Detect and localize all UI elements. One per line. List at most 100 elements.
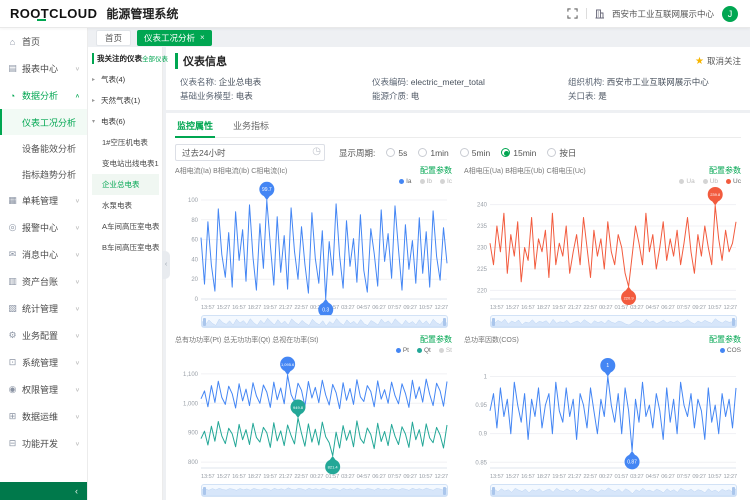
x-tick-label: 04:57	[357, 305, 371, 311]
sidebar-item-资产台账[interactable]: ▥资产台账∨	[0, 268, 87, 295]
meter-item-1#空压机电表[interactable]: 1#空压机电表	[92, 132, 159, 153]
sidebar-subitem-设备能效分析[interactable]: 设备能效分析	[0, 135, 87, 161]
fullscreen-icon[interactable]	[567, 8, 578, 19]
detail-tabs: 监控属性 业务指标	[175, 113, 741, 138]
config-params-link[interactable]: 配置参数	[709, 165, 741, 176]
legend-item-COS[interactable]: COS	[720, 347, 741, 354]
legend-item-Qt[interactable]: Qt	[417, 347, 431, 354]
legend-dot	[420, 179, 425, 184]
x-tick-label: 07:57	[677, 474, 691, 480]
sidebar-item-报警中心[interactable]: ◎报警中心∨	[0, 214, 87, 241]
tab-meter-analysis[interactable]: 仪表工况分析 ×	[137, 30, 212, 46]
meter-item-水泵电表[interactable]: 水泵电表	[92, 195, 159, 216]
period-option-按日[interactable]: 按日	[547, 147, 576, 159]
meter-group-气表(4)[interactable]: ▸气表(4)	[92, 69, 159, 90]
unfollow-button[interactable]: ★ 取消关注	[695, 55, 741, 67]
meter-item-B车间高压室电表[interactable]: B车间高压室电表	[92, 237, 159, 258]
org-name[interactable]: 西安市工业互联网展示中心	[612, 8, 714, 20]
x-tick-label: 10:57	[419, 305, 433, 311]
statistics-icon: ▧	[7, 303, 18, 314]
sidebar-item-统计管理[interactable]: ▧统计管理∨	[0, 295, 87, 322]
tab-home[interactable]: 首页	[96, 30, 131, 46]
sidebar-item-首页[interactable]: ⌂首页	[0, 28, 87, 55]
time-range-input[interactable]	[175, 144, 325, 161]
datazoom-handle-right[interactable]	[732, 487, 735, 495]
sidebar-subitem-仪表工况分析[interactable]: 仪表工况分析	[0, 109, 87, 135]
meter-group-电表(6)[interactable]: ▾电表(6)	[92, 111, 159, 132]
sidebar-item-业务配置[interactable]: ⚙业务配置∨	[0, 322, 87, 349]
svg-text:0.85: 0.85	[475, 460, 487, 466]
datazoom-handle-right[interactable]	[732, 318, 735, 326]
time-range-picker[interactable]: ◷	[175, 144, 325, 161]
legend-item-St[interactable]: St	[439, 347, 452, 354]
x-tick-label: 01:57	[326, 474, 340, 480]
svg-text:900: 900	[188, 431, 199, 437]
config-params-link[interactable]: 配置参数	[709, 334, 741, 345]
svg-text:40: 40	[191, 257, 198, 263]
svg-text:99.7: 99.7	[262, 187, 272, 193]
datazoom-handle-left[interactable]	[492, 487, 495, 495]
datazoom-handle-left[interactable]	[203, 318, 206, 326]
svg-text:0: 0	[195, 297, 199, 303]
tab-monitor-props[interactable]: 监控属性	[175, 113, 215, 138]
x-tick-label: 16:57	[521, 474, 535, 480]
legend-item-Ub[interactable]: Ub	[703, 178, 718, 185]
x-tick-label: 09:27	[692, 305, 706, 311]
meter-item-变电站出线电表1[interactable]: 变电站出线电表1	[92, 153, 159, 174]
legend-item-Ic[interactable]: Ic	[440, 178, 452, 185]
period-option-5min[interactable]: 5min	[460, 148, 490, 158]
filters-row: ◷ 显示周期: 5s 1min 5min 15min 按日	[175, 144, 741, 161]
chart-datazoom-slider[interactable]	[490, 315, 737, 328]
chevron-down-icon: ∨	[75, 359, 80, 365]
chart-title: A相电压(Ua) B相电压(Ub) C相电压(Uc)	[464, 166, 586, 176]
meter-item-A车间高压室电表[interactable]: A车间高压室电表	[92, 216, 159, 237]
chart-datazoom-slider[interactable]	[201, 484, 448, 497]
sidebar-item-单耗管理[interactable]: ▦单耗管理∨	[0, 187, 87, 214]
star-icon: ★	[695, 56, 704, 67]
chart-datazoom-slider[interactable]	[201, 315, 448, 328]
period-label: 显示周期:	[339, 147, 375, 159]
sidebar-item-功能开发[interactable]: ⊟功能开发∨	[0, 430, 87, 457]
meter-item-企业总电表[interactable]: 企业总电表	[92, 174, 159, 195]
datazoom-handle-left[interactable]	[492, 318, 495, 326]
chart-title: A相电流(Ia) B相电流(Ib) C相电流(Ic)	[175, 166, 287, 176]
sidebar-item-消息中心[interactable]: ✉消息中心∨	[0, 241, 87, 268]
legend-dot	[440, 179, 445, 184]
datazoom-handle-left[interactable]	[203, 487, 206, 495]
sidebar-item-系统管理[interactable]: ⊡系统管理∨	[0, 349, 87, 376]
x-tick-label: 10:57	[708, 474, 722, 480]
svg-text:1: 1	[606, 363, 609, 369]
x-tick-label: 21:27	[568, 305, 582, 311]
sidebar-subitem-指标趋势分析[interactable]: 指标趋势分析	[0, 161, 87, 187]
sidebar-item-报表中心[interactable]: ▤报表中心∨	[0, 55, 87, 82]
avatar[interactable]: J	[722, 6, 738, 22]
x-tick-label: 09:27	[692, 474, 706, 480]
period-option-15min[interactable]: 15min	[501, 148, 536, 158]
period-option-5s[interactable]: 5s	[386, 148, 407, 158]
svg-text:1: 1	[484, 374, 488, 380]
config-params-link[interactable]: 配置参数	[420, 165, 452, 176]
radio-icon	[501, 148, 510, 157]
meter-group-天然气表(1)[interactable]: ▸天然气表(1)	[92, 90, 159, 111]
legend-item-Pt[interactable]: Pt	[396, 347, 409, 354]
all-meters-link[interactable]: 全部仪表	[142, 53, 168, 63]
sidebar-collapse-button[interactable]: ‹	[0, 482, 87, 500]
sidebar-item-数据运维[interactable]: ⊞数据运维∨	[0, 403, 87, 430]
datazoom-handle-right[interactable]	[443, 318, 446, 326]
panel-collapse-handle[interactable]: ‹	[162, 251, 170, 279]
monitor-card: 监控属性 业务指标 ◷ 显示周期: 5s 1min 5min 15min 按日	[166, 113, 750, 500]
sidebar-item-数据分析[interactable]: ◔数据分析∧	[0, 82, 87, 109]
sidebar-item-权限管理[interactable]: ◉权限管理∨	[0, 376, 87, 403]
chart-datazoom-slider[interactable]	[490, 484, 737, 497]
legend-item-Ua[interactable]: Ua	[679, 178, 694, 185]
datazoom-handle-right[interactable]	[443, 487, 446, 495]
config-params-link[interactable]: 配置参数	[420, 334, 452, 345]
period-option-1min[interactable]: 1min	[418, 148, 448, 158]
alarm-icon: ◎	[7, 222, 18, 233]
legend-item-Uc[interactable]: Uc	[726, 178, 741, 185]
legend-item-Ib[interactable]: Ib	[420, 178, 432, 185]
tab-business-metrics[interactable]: 业务指标	[231, 113, 271, 137]
x-tick-label: 00:27	[599, 305, 613, 311]
legend-item-Ia[interactable]: Ia	[399, 178, 411, 185]
close-icon[interactable]: ×	[200, 33, 205, 42]
